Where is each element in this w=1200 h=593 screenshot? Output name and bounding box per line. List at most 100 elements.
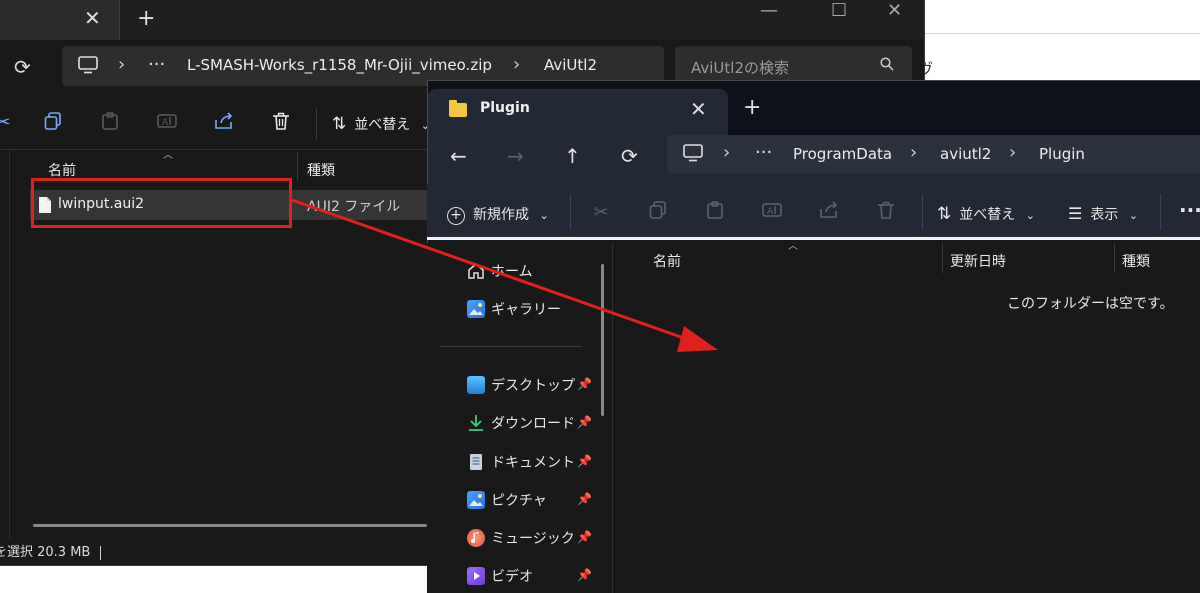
paste-icon[interactable] <box>703 201 727 225</box>
folder-icon <box>449 100 467 117</box>
new-button[interactable]: + 新規作成 ⌄ <box>447 204 549 225</box>
close-window-icon[interactable]: ✕ <box>887 0 902 21</box>
breadcrumb-more[interactable]: ··· <box>755 142 772 163</box>
column-divider[interactable] <box>942 243 943 273</box>
sort-label: 並べ替え <box>354 117 411 133</box>
maximize-icon[interactable]: ☐ <box>831 0 847 21</box>
breadcrumb-item-aviutl2[interactable]: AviUtl2 <box>544 56 597 74</box>
chevron-right-icon: › <box>723 142 731 163</box>
refresh-icon[interactable]: ⟳ <box>14 55 31 79</box>
copy-icon[interactable] <box>646 201 670 225</box>
column-header-name[interactable]: 名前 <box>48 160 76 180</box>
rename-icon[interactable]: A <box>156 112 178 134</box>
breadcrumb-item-plugin[interactable]: Plugin <box>1039 145 1085 163</box>
close-tab-icon[interactable]: ✕ <box>84 6 101 30</box>
share-icon[interactable] <box>817 201 841 225</box>
cut-icon[interactable]: ✂ <box>589 201 613 225</box>
pin-icon[interactable]: 📌 <box>577 377 592 391</box>
chevron-right-icon: › <box>1009 142 1017 163</box>
tab-active[interactable]: ✕ <box>0 0 120 40</box>
new-tab-icon[interactable]: + <box>137 6 155 31</box>
empty-folder-message: このフォルダーは空です。 <box>1007 296 1174 312</box>
nav-label: ホーム <box>491 264 533 280</box>
chevron-right-icon: › <box>118 54 126 75</box>
back-icon[interactable]: ← <box>450 144 467 168</box>
svg-text:A: A <box>162 118 169 128</box>
delete-icon[interactable] <box>270 112 292 134</box>
search-icon <box>880 56 894 75</box>
sort-label: 並べ替え <box>959 207 1016 223</box>
toolbar-separator <box>316 108 317 140</box>
music-icon <box>467 529 485 547</box>
breadcrumb[interactable]: › ··· ProgramData › aviutl2 › Plugin <box>667 135 1200 173</box>
nav-item-music[interactable]: ミュージック <box>467 528 575 548</box>
file-type: AUI2 ファイル <box>307 199 401 215</box>
column-header-type[interactable]: 種類 <box>1122 251 1150 271</box>
delete-icon[interactable] <box>874 201 898 225</box>
breadcrumb-more[interactable]: ··· <box>148 54 165 75</box>
forward-icon[interactable]: → <box>507 144 524 168</box>
home-icon <box>467 262 485 280</box>
svg-text:A: A <box>767 207 774 217</box>
column-divider[interactable] <box>297 152 298 180</box>
computer-icon <box>683 144 703 166</box>
up-icon[interactable]: ↑ <box>564 144 581 168</box>
pin-icon[interactable]: 📌 <box>577 492 592 506</box>
nav-separator <box>439 346 582 347</box>
add-icon: + <box>447 207 465 225</box>
pin-icon[interactable]: 📌 <box>577 568 592 582</box>
cut-icon[interactable]: ✂ <box>0 112 14 134</box>
breadcrumb-item-aviutl2[interactable]: aviutl2 <box>940 145 991 163</box>
nav-item-home[interactable]: ホーム <box>467 261 533 281</box>
nav-label: ミュージック <box>491 531 575 547</box>
nav-item-videos[interactable]: ビデオ <box>467 566 533 586</box>
breadcrumb-item-zip[interactable]: L-SMASH-Works_r1158_Mr-Ojii_vimeo.zip <box>187 56 492 74</box>
pin-icon[interactable]: 📌 <box>577 530 592 544</box>
rename-icon[interactable]: A <box>760 201 784 225</box>
refresh-icon[interactable]: ⟳ <box>621 144 638 168</box>
nav-label: ピクチャ <box>491 493 547 509</box>
breadcrumb-item-programdata[interactable]: ProgramData <box>793 145 892 163</box>
download-icon <box>467 414 485 432</box>
sort-icon: ⇅ <box>332 114 347 134</box>
toolbar-separator <box>570 194 571 230</box>
new-tab-icon[interactable]: + <box>743 95 761 120</box>
search-placeholder: AviUtl2の検索 <box>691 59 789 77</box>
share-icon[interactable] <box>213 112 235 134</box>
sort-button[interactable]: ⇅ 並べ替え ⌄ <box>332 114 430 134</box>
nav-pane-scrollbar[interactable] <box>601 264 604 416</box>
column-header-modified[interactable]: 更新日時 <box>950 251 1006 271</box>
chevron-right-icon: › <box>910 142 918 163</box>
column-header-name[interactable]: 名前 <box>653 251 681 271</box>
minimize-icon[interactable]: — <box>760 0 778 21</box>
nav-item-desktop[interactable]: デスクトップ <box>467 375 575 395</box>
horizontal-scrollbar[interactable] <box>33 524 427 527</box>
sort-button[interactable]: ⇅ 並べ替え ⌄ <box>937 204 1035 224</box>
nav-item-pictures[interactable]: ピクチャ <box>467 490 547 510</box>
video-icon <box>467 567 485 585</box>
highlight-box <box>31 178 292 228</box>
pin-icon[interactable]: 📌 <box>577 454 592 468</box>
toolbar-separator <box>922 194 923 230</box>
more-options-icon[interactable]: ··· <box>1179 198 1200 222</box>
nav-item-documents[interactable]: ドキュメント <box>467 452 575 472</box>
view-label: 表示 <box>1090 207 1119 223</box>
nav-item-downloads[interactable]: ダウンロード <box>467 413 575 433</box>
status-divider <box>100 545 102 560</box>
nav-item-gallery[interactable]: ギャラリー <box>467 299 561 319</box>
new-label: 新規作成 <box>473 207 529 223</box>
copy-icon[interactable] <box>42 112 64 134</box>
paste-icon[interactable] <box>99 112 121 134</box>
computer-icon <box>78 56 98 78</box>
nav-label: ダウンロード <box>491 416 575 432</box>
tab-title: Plugin <box>480 100 530 116</box>
view-button[interactable]: ☰ 表示 ⌄ <box>1068 204 1138 224</box>
column-header-type[interactable]: 種類 <box>307 160 335 180</box>
column-divider[interactable] <box>1114 243 1115 273</box>
pin-icon[interactable]: 📌 <box>577 415 592 429</box>
sort-icon: ⇅ <box>937 204 952 224</box>
pane-divider <box>9 150 10 540</box>
tab-plugin[interactable]: Plugin ✕ <box>428 89 728 135</box>
close-tab-icon[interactable]: ✕ <box>690 97 707 121</box>
document-rule <box>925 33 1200 34</box>
